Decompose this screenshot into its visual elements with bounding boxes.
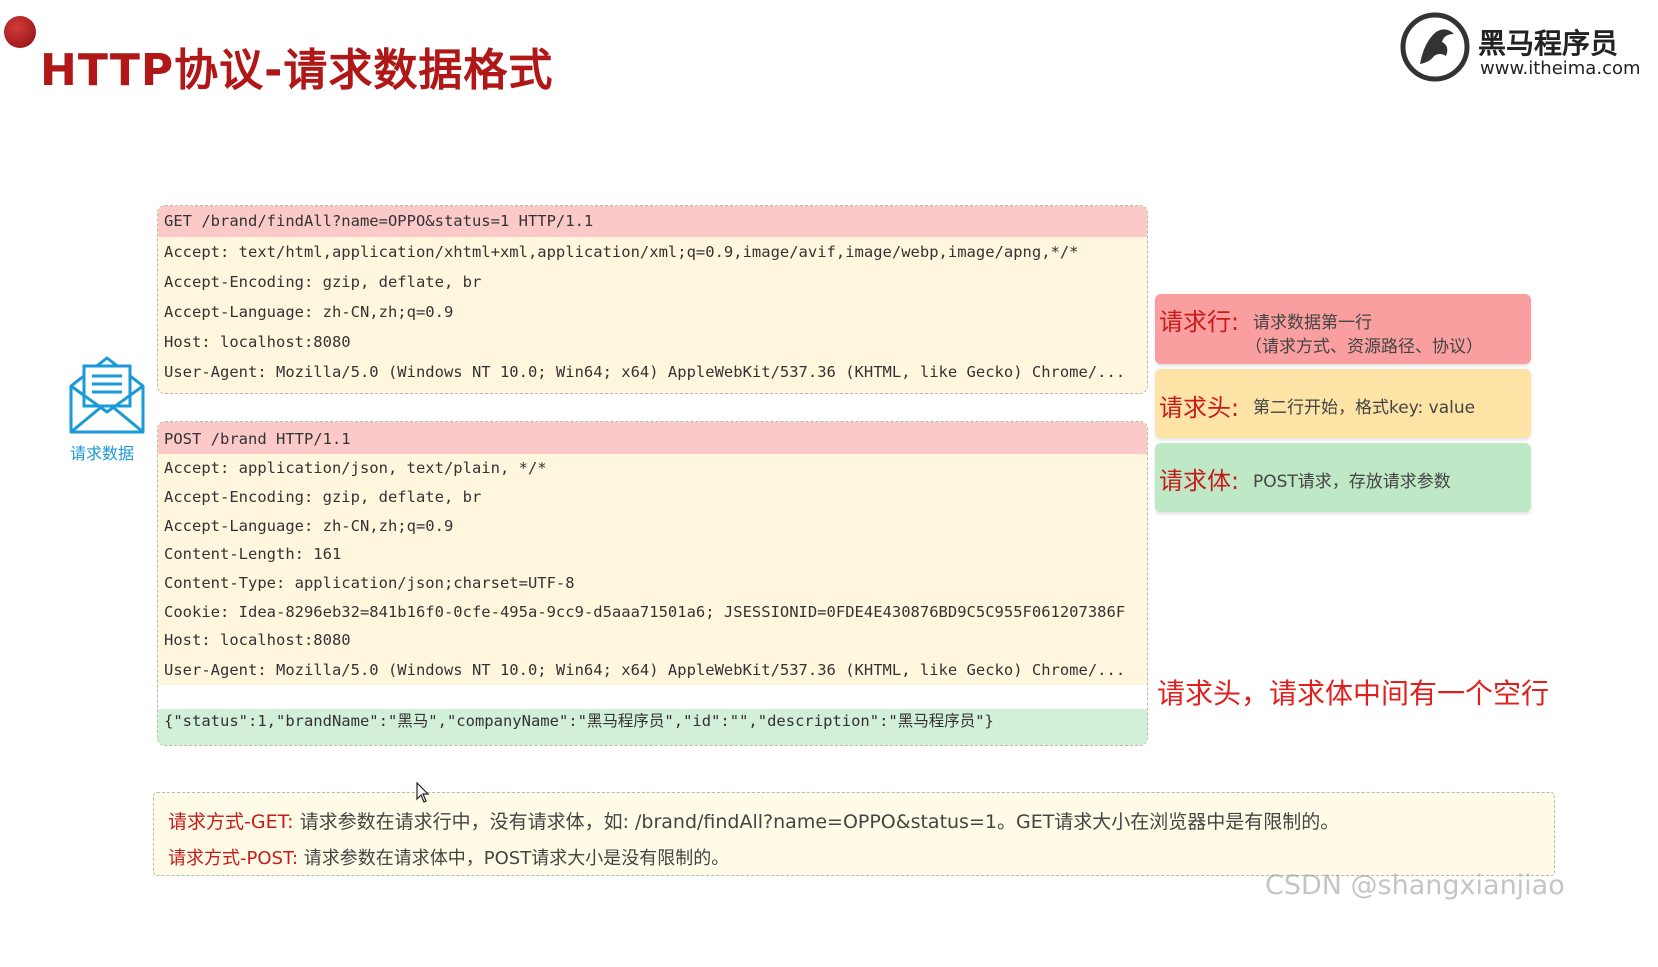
get-header-line: Host: localhost:8080 — [164, 333, 351, 351]
get-request-block: GET /brand/findAll?name=OPPO&status=1 HT… — [157, 205, 1148, 394]
get-note: 请求方式-GET: 请求参数在请求行中，没有请求体，如: /brand/find… — [168, 807, 1339, 834]
legend-request-line-desc: 请求数据第一行 — [1253, 313, 1372, 333]
request-data-label: 请求数据 — [70, 444, 135, 463]
post-header-line: Host: localhost:8080 — [164, 631, 351, 649]
post-note-key: 请求方式-POST: — [168, 848, 299, 869]
blank-line-note: 请求头，请求体中间有一个空行 — [1157, 677, 1550, 710]
bullet-dot — [4, 16, 36, 48]
page-title: HTTP协议-请求数据格式 — [40, 45, 554, 96]
horse-logo-icon — [1400, 12, 1470, 82]
method-notes-box: 请求方式-GET: 请求参数在请求行中，没有请求体，如: /brand/find… — [153, 792, 1555, 876]
post-request-block: POST /brand HTTP/1.1 Accept: application… — [157, 421, 1148, 746]
get-note-text: 请求参数在请求行中，没有请求体，如: /brand/findAll?name=O… — [299, 811, 1340, 833]
legend-request-body: 请求体: POST请求，存放请求参数 — [1155, 443, 1531, 512]
post-body-line: {"status":1,"brandName":"黑马","companyNam… — [158, 709, 1147, 745]
post-header-line: User-Agent: Mozilla/5.0 (Windows NT 10.0… — [164, 661, 1126, 679]
get-header-line: Accept: text/html,application/xhtml+xml,… — [164, 243, 1079, 261]
legend-request-header-desc: 第二行开始，格式key: value — [1253, 398, 1476, 418]
legend-request-body-desc: POST请求，存放请求参数 — [1253, 472, 1451, 492]
legend-request-line-key: 请求行: — [1159, 308, 1240, 336]
get-request-line: GET /brand/findAll?name=OPPO&status=1 HT… — [158, 206, 1147, 237]
post-request-line: POST /brand HTTP/1.1 — [158, 422, 1147, 454]
legend-request-body-key: 请求体: — [1159, 467, 1240, 495]
brand-logo: 黑马程序员 www.itheima.com — [1400, 12, 1650, 82]
logo-url: www.itheima.com — [1480, 58, 1641, 79]
post-header-line: Content-Length: 161 — [164, 545, 342, 563]
watermark: CSDN @shangxianjiao — [1265, 870, 1565, 901]
logo-name: 黑马程序员 — [1478, 27, 1619, 60]
post-header-line: Cookie: Idea-8296eb32=841b16f0-0cfe-495a… — [164, 603, 1126, 621]
legend-request-header: 请求头: 第二行开始，格式key: value — [1155, 369, 1531, 438]
legend-request-line: 请求行: 请求数据第一行 （请求方式、资源路径、协议） — [1155, 294, 1531, 364]
get-header-line: Accept-Encoding: gzip, deflate, br — [164, 273, 482, 291]
mouse-cursor-icon — [416, 782, 430, 803]
get-note-key: 请求方式-GET: — [168, 811, 294, 833]
get-header-line: Accept-Language: zh-CN,zh;q=0.9 — [164, 303, 454, 321]
blank-line — [158, 685, 1147, 709]
post-header-line: Accept-Encoding: gzip, deflate, br — [164, 488, 482, 506]
post-header-line: Content-Type: application/json;charset=U… — [164, 574, 575, 592]
envelope-document-icon — [69, 356, 145, 434]
post-header-line: Accept-Language: zh-CN,zh;q=0.9 — [164, 517, 454, 535]
post-header-line: Accept: application/json, text/plain, */… — [164, 459, 547, 477]
post-note-text: 请求参数在请求体中，POST请求大小是没有限制的。 — [303, 848, 730, 869]
legend-request-line-desc-detail: （请求方式、资源路径、协议） — [1245, 337, 1483, 357]
get-header-line: User-Agent: Mozilla/5.0 (Windows NT 10.0… — [164, 363, 1126, 381]
post-note: 请求方式-POST: 请求参数在请求体中，POST请求大小是没有限制的。 — [168, 844, 729, 870]
legend-request-header-key: 请求头: — [1159, 394, 1240, 422]
